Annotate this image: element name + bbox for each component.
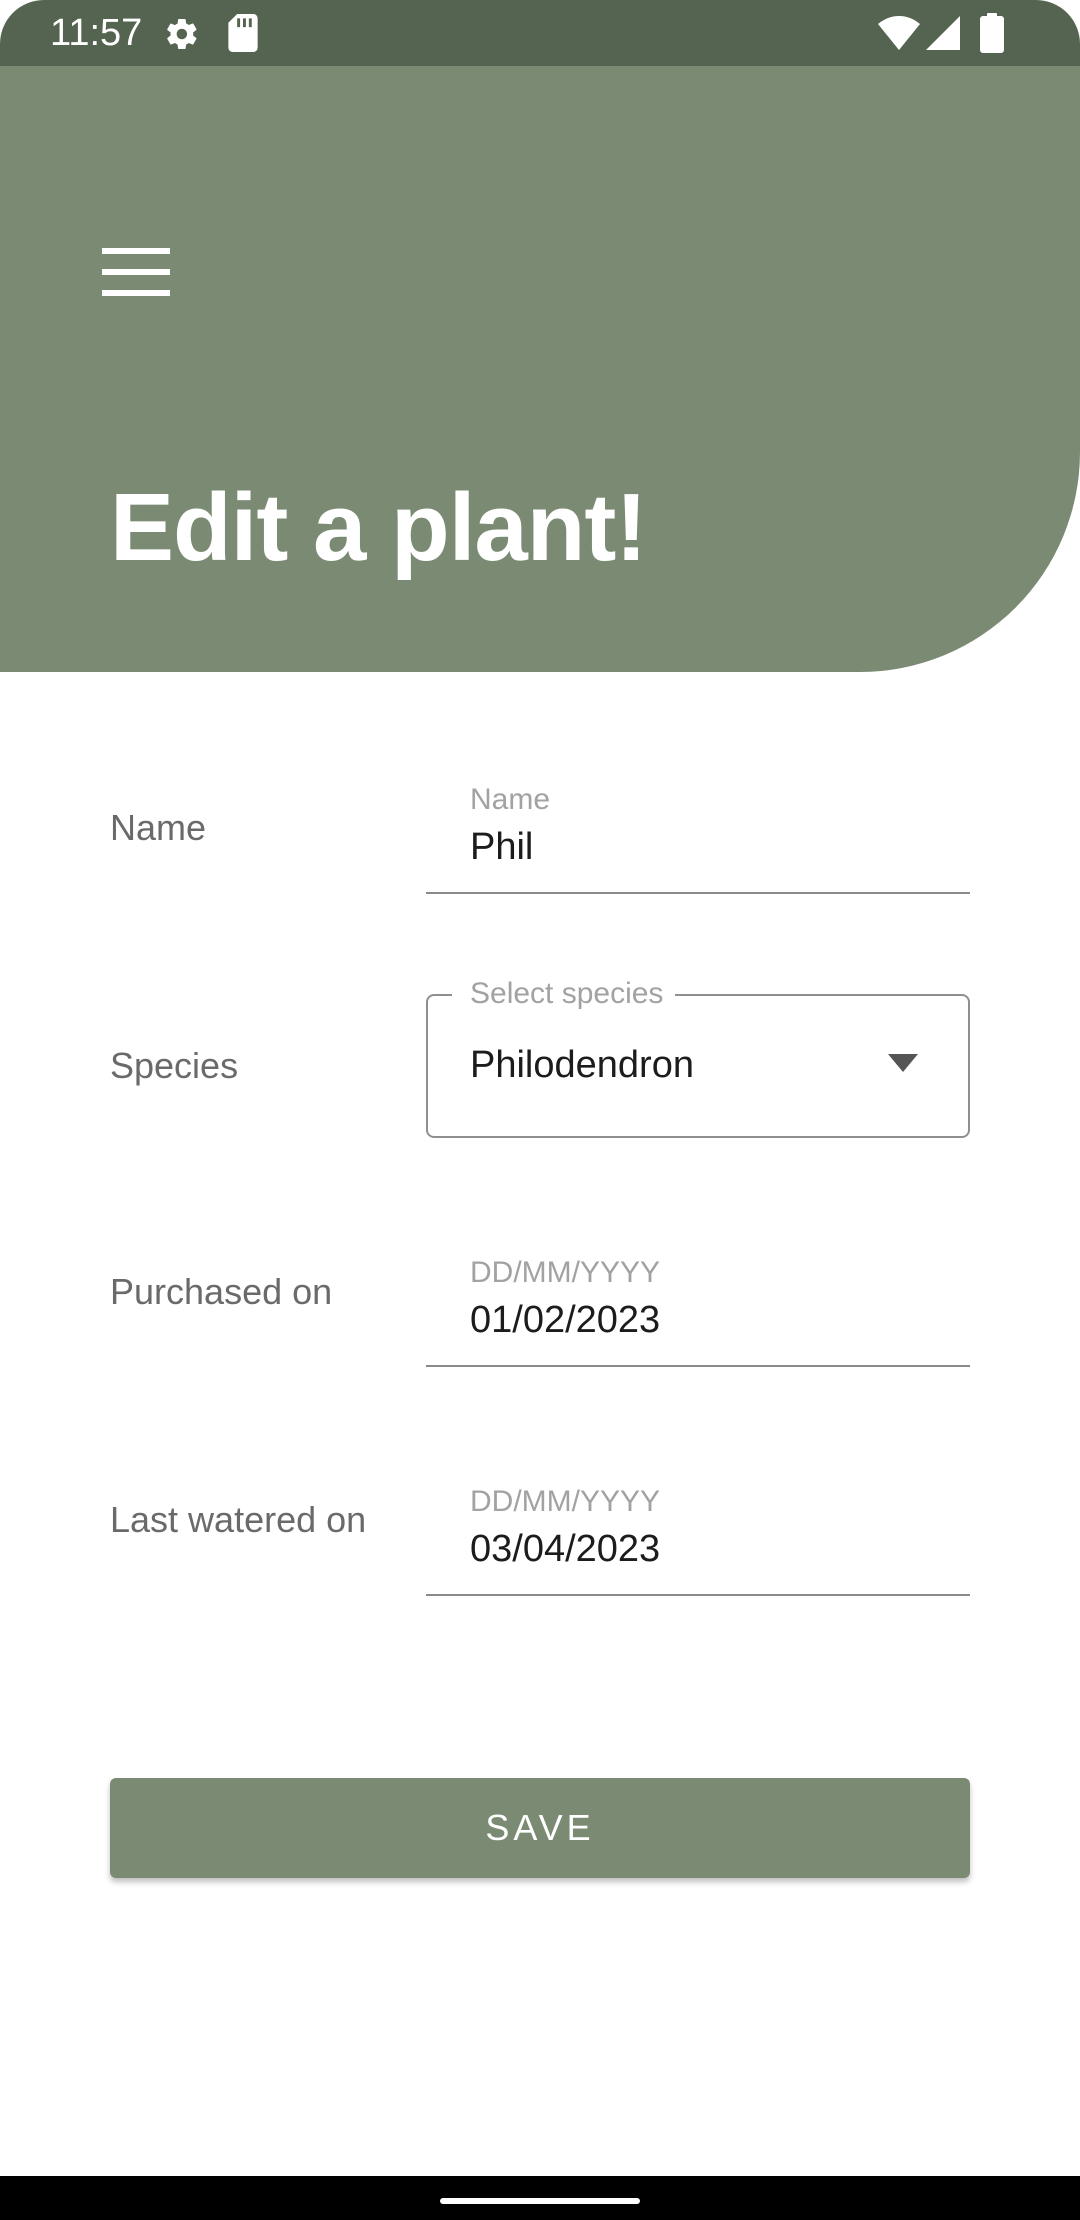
last-watered-field[interactable]: DD/MM/YYYY 03/04/2023 [426,1474,970,1596]
home-gesture-handle[interactable] [440,2198,640,2204]
status-time: 11:57 [50,12,143,54]
last-watered-label: Last watered on [110,1499,367,1540]
species-floating-label: Select species [452,974,676,1014]
navigation-bar [0,2176,1080,2220]
page-title: Edit a plant! [110,474,647,581]
save-button[interactable]: SAVE [110,1778,970,1878]
dropdown-arrow-icon [888,1054,918,1072]
last-watered-input-value: 03/04/2023 [470,1528,661,1570]
sd-card-icon [228,14,258,52]
name-label: Name [110,807,207,848]
battery-icon [980,13,1004,53]
name-field[interactable]: Name Phil [426,772,970,894]
wifi-icon [878,16,920,50]
last-watered-floating-label: DD/MM/YYYY [470,1485,661,1518]
signal-icon [926,16,960,50]
name-floating-label: Name [470,783,551,816]
purchased-on-field[interactable]: DD/MM/YYYY 01/02/2023 [426,1245,970,1367]
purchased-on-input-value: 01/02/2023 [470,1299,661,1341]
menu-button[interactable] [92,226,182,316]
purchased-on-label: Purchased on [110,1271,333,1312]
species-selected-value: Philodendron [470,1044,694,1086]
hamburger-menu-icon [102,248,170,296]
status-bar: 11:57 [0,0,1080,66]
app-screen: 11:57 Edit a plant! Name Name Phil Speci… [0,0,1080,2220]
gear-icon [167,18,197,50]
name-input-value: Phil [470,826,534,868]
species-label: Species [110,1045,239,1086]
species-select[interactable]: Select species Philodendron [426,974,970,1138]
header-banner: Edit a plant! [0,66,1080,672]
purchased-on-floating-label: DD/MM/YYYY [470,1256,661,1289]
